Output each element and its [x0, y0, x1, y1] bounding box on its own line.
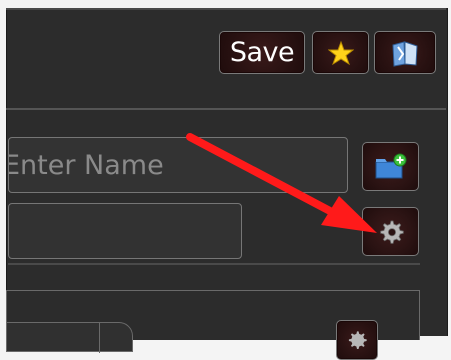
name-input-placeholder: Enter Name	[8, 150, 164, 181]
book-icon	[392, 40, 418, 67]
toolbar-divider	[6, 108, 446, 110]
gear-icon	[379, 220, 404, 244]
dropdown-divider	[99, 323, 100, 353]
field-divider	[8, 263, 420, 265]
settings-gear-button[interactable]	[362, 207, 419, 256]
path-input[interactable]	[8, 203, 242, 259]
bottom-dropdown[interactable]	[6, 322, 133, 353]
folder-add-icon	[375, 153, 406, 178]
star-icon	[327, 40, 354, 65]
browse-folder-button[interactable]	[362, 142, 419, 191]
window-top-edge	[6, 8, 446, 10]
library-button[interactable]	[374, 31, 436, 74]
bottom-settings-button[interactable]	[336, 320, 378, 360]
favorite-button[interactable]	[312, 31, 369, 74]
name-input[interactable]: Enter Name	[8, 137, 348, 193]
save-button[interactable]: Save	[219, 31, 305, 74]
gear-icon	[348, 331, 367, 349]
